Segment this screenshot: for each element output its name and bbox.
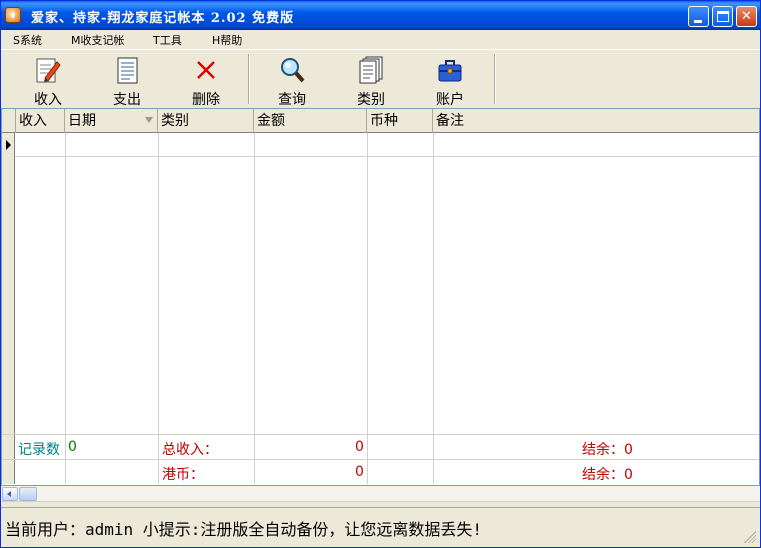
delete-label: 删除 — [192, 92, 220, 108]
scroll-left-arrow-icon[interactable] — [2, 487, 18, 501]
category-label: 类别 — [357, 92, 385, 108]
grid-line — [433, 133, 434, 484]
col-date[interactable]: 日期 — [65, 109, 158, 133]
col-notes[interactable]: 备注 — [433, 109, 759, 133]
menu-tools[interactable]: T工具 — [153, 32, 182, 48]
total-income-value: 0 — [355, 439, 364, 455]
minimize-icon — [694, 20, 702, 23]
account-button[interactable]: 账户 — [420, 54, 480, 108]
table-row[interactable] — [15, 133, 759, 157]
status-bar: 当前用户：admin 小提示:注册版全自动备份，让您远离数据丢失! — [1, 507, 760, 547]
col-currency[interactable]: 币种 — [367, 109, 433, 133]
documents-icon — [359, 56, 383, 84]
hkd-balance-label: 结余：0 — [582, 467, 633, 483]
grid-line — [65, 133, 66, 484]
col-income[interactable]: 收入 — [16, 109, 65, 133]
minimize-button[interactable] — [688, 6, 709, 27]
income-label: 收入 — [34, 92, 62, 108]
horizontal-scrollbar[interactable] — [1, 486, 760, 502]
query-label: 查询 — [278, 92, 306, 108]
grid-line — [254, 133, 255, 484]
title-bar[interactable]: 爱家、持家-翔龙家庭记帐本 2.02 免费版 ✕ — [1, 1, 760, 30]
resize-grip-icon[interactable] — [744, 531, 756, 543]
status-text: 当前用户：admin 小提示:注册版全自动备份，让您远离数据丢失! — [5, 520, 483, 539]
app-icon[interactable] — [5, 7, 21, 23]
delete-x-icon — [197, 61, 215, 79]
expense-button[interactable]: 支出 — [97, 54, 157, 108]
maximize-button[interactable] — [712, 6, 733, 27]
close-button[interactable]: ✕ — [736, 6, 757, 27]
account-label: 账户 — [436, 92, 464, 108]
toolbox-icon — [438, 60, 462, 82]
window-title: 爱家、持家-翔龙家庭记帐本 2.02 免费版 — [31, 11, 295, 26]
menu-income-expense[interactable]: M收支记帐 — [71, 32, 125, 48]
toolbar-separator — [494, 54, 496, 104]
menu-bar: S系统 M收支记帐 T工具 H帮助 — [1, 30, 760, 49]
grid-line — [158, 133, 159, 484]
grid-header: 收入 日期 类别 金额 币种 备注 — [2, 109, 759, 133]
menu-system[interactable]: S系统 — [13, 32, 42, 48]
delete-button[interactable]: 删除 — [176, 54, 236, 108]
income-button[interactable]: 收入 — [18, 54, 78, 108]
category-button[interactable]: 类别 — [341, 54, 401, 108]
record-count-label: 记录数 — [18, 442, 60, 458]
query-button[interactable]: 查询 — [262, 54, 322, 108]
edit-icon — [36, 58, 61, 83]
row-selector-column — [2, 133, 15, 484]
toolbar: 收入 支出 删除 查询 类别 账户 — [1, 49, 760, 108]
col-category[interactable]: 类别 — [158, 109, 254, 133]
balance-label: 结余：0 — [582, 442, 633, 458]
scroll-thumb[interactable] — [19, 487, 37, 501]
expense-label: 支出 — [113, 92, 141, 108]
col-date-label: 日期 — [68, 113, 96, 129]
maximize-icon — [717, 11, 729, 22]
grid-line — [367, 133, 368, 484]
sort-down-icon — [145, 117, 153, 123]
current-row-pointer-icon — [6, 140, 11, 150]
hkd-label: 港币： — [162, 467, 204, 483]
menu-help[interactable]: H帮助 — [212, 32, 242, 48]
main-window: 爱家、持家-翔龙家庭记帐本 2.02 免费版 ✕ S系统 M收支记帐 T工具 H… — [0, 0, 761, 548]
close-icon: ✕ — [741, 9, 752, 24]
header-corner — [2, 109, 16, 133]
hkd-value: 0 — [355, 464, 364, 480]
toolbar-separator — [248, 54, 250, 104]
magnifier-icon — [281, 58, 305, 83]
document-icon — [117, 57, 138, 84]
summary-row-hkd: 港币： 0 结余：0 — [2, 459, 759, 484]
summary-row-totals: 记录数 0 总收入： 0 结余：0 — [2, 434, 759, 459]
col-amount[interactable]: 金额 — [254, 109, 367, 133]
records-grid[interactable]: 收入 日期 类别 金额 币种 备注 记录数 0 总收入： 0 结余：0 港币： — [1, 108, 760, 486]
record-count-value: 0 — [68, 439, 77, 455]
total-income-label: 总收入： — [162, 442, 218, 458]
